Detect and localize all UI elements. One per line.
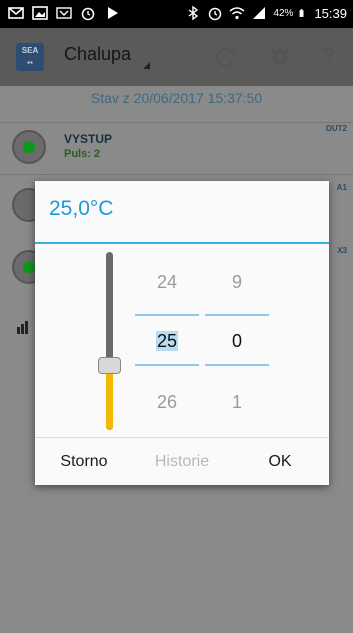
output-toggle-button[interactable] <box>12 130 46 164</box>
row-tag: OUT2 <box>325 124 347 133</box>
wifi-icon <box>229 7 245 20</box>
mail-icon <box>8 7 24 19</box>
output-title: VYSTUP <box>64 132 113 146</box>
decimal-picker-prev[interactable]: 9 <box>205 272 269 293</box>
history-button[interactable]: Historie <box>133 438 231 485</box>
dialog-title-divider <box>35 242 329 244</box>
picker-divider <box>135 314 199 316</box>
app-logo: SEA ▪▪ <box>16 43 44 71</box>
divider <box>0 122 353 123</box>
image-icon <box>32 6 48 20</box>
bluetooth-icon <box>189 5 199 21</box>
decimal-picker-next[interactable]: 1 <box>205 392 269 413</box>
alarm-icon <box>209 7 222 21</box>
device-selector[interactable]: Chalupa <box>64 44 131 65</box>
picker-divider <box>135 364 199 366</box>
decimal-picker-current[interactable]: 0 <box>205 331 269 352</box>
status-timestamp: Stav z 20/06/2017 15:37:50 <box>90 90 263 106</box>
refresh-icon[interactable] <box>212 44 238 70</box>
status-led <box>23 141 35 153</box>
row-tag: X3 <box>337 246 347 255</box>
alarm-icon <box>81 7 95 21</box>
missed-call-icon <box>56 7 72 19</box>
divider <box>0 174 353 175</box>
output-subtitle: Puls: 2 <box>64 148 101 160</box>
chart-icon[interactable] <box>16 320 30 334</box>
cancel-button[interactable]: Storno <box>35 438 133 485</box>
integer-picker-current[interactable]: 25 <box>135 331 199 352</box>
help-icon[interactable]: ? <box>322 42 335 68</box>
battery-percent: 42% <box>273 7 294 19</box>
temperature-slider-fill <box>106 366 113 430</box>
status-bar: 42% 15:39 <box>0 0 353 28</box>
picker-divider <box>205 314 269 316</box>
dropdown-arrow-icon <box>143 62 150 69</box>
integer-picker-next[interactable]: 26 <box>135 392 199 413</box>
gear-icon[interactable] <box>267 44 293 70</box>
temperature-dialog: 25,0°C 24 25 26 9 0 1 Storno Historie OK <box>35 181 329 485</box>
signal-icon <box>253 7 266 19</box>
picker-divider <box>205 364 269 366</box>
dialog-title: 25,0°C <box>49 197 114 220</box>
play-icon <box>108 7 118 19</box>
toolbar: SEA ▪▪ Chalupa ? <box>0 28 353 86</box>
temperature-slider-thumb[interactable] <box>98 357 121 374</box>
row-tag: A1 <box>336 183 347 192</box>
clock: 15:39 <box>314 5 347 21</box>
integer-picker-prev[interactable]: 24 <box>135 272 199 293</box>
status-led <box>23 261 35 273</box>
ok-button[interactable]: OK <box>231 438 329 485</box>
dialog-button-row: Storno Historie OK <box>35 437 329 485</box>
battery-icon <box>300 9 304 17</box>
